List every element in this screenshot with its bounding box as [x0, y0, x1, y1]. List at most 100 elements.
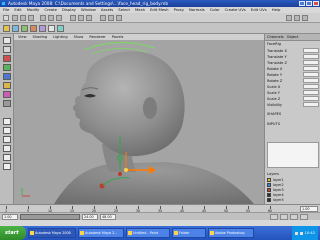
paint-task-icon	[128, 231, 132, 235]
rotate-tool-icon[interactable]	[3, 64, 11, 71]
taskbar-item-label: Autodesk Maya 2...	[85, 231, 118, 235]
tab-channels[interactable]: Channels	[267, 34, 284, 40]
channel-value-field[interactable]	[303, 72, 319, 77]
soft-mod-tool-icon[interactable]	[3, 91, 11, 98]
channel-value-field[interactable]	[303, 48, 319, 53]
maya-app-icon	[1, 1, 6, 6]
snap-grid-icon[interactable]	[70, 15, 76, 21]
shelf-light-icon[interactable]	[48, 25, 55, 32]
system-tray: 10:42	[291, 226, 318, 240]
layer-name: layer5	[273, 198, 284, 202]
taskbar-item[interactable]: Untitled - Paint	[126, 228, 170, 238]
maya-task-icon	[30, 231, 34, 235]
close-button[interactable]	[313, 1, 319, 6]
lasso-tool-icon[interactable]	[3, 46, 11, 53]
taskbar-item[interactable]: Adobe Photoshop	[208, 228, 254, 238]
range-slider[interactable]: 1.00 24.00 48.00	[0, 212, 320, 220]
scale-tool-icon[interactable]	[3, 73, 11, 80]
start-button[interactable]: start	[0, 226, 26, 240]
snap-point-icon[interactable]	[86, 15, 92, 21]
select-component-icon[interactable]	[56, 15, 62, 21]
channel-value-field[interactable]	[303, 96, 319, 101]
inputs-list[interactable]	[267, 142, 319, 168]
channel-value-field[interactable]	[303, 60, 319, 65]
ipr-render-icon[interactable]	[108, 15, 114, 21]
single-pane-layout-icon[interactable]	[3, 118, 11, 125]
inputs-section-header[interactable]: INPUTS	[267, 122, 280, 127]
window-title: Autodesk Maya 2008: C:\Documents and Set…	[8, 1, 169, 6]
spine-joint	[118, 172, 122, 176]
taskbar-item[interactable]: Folder	[172, 228, 206, 238]
shelf-cube-icon[interactable]	[21, 25, 28, 32]
show-attribute-editor-icon[interactable]	[286, 15, 292, 21]
show-channel-box-icon[interactable]	[302, 15, 308, 21]
folder-task-icon	[174, 231, 178, 235]
taskbar-item[interactable]: Autodesk Maya 2008	[28, 228, 76, 238]
channel-box: Channels Object FaceRig Translate X Tran…	[264, 34, 320, 204]
taskbar-item-label: Folder	[179, 231, 190, 235]
channel-value-field[interactable]	[303, 84, 319, 89]
character-head	[73, 51, 185, 157]
status-line	[0, 13, 320, 23]
channel-value-field[interactable]	[303, 54, 319, 59]
window-controls	[299, 1, 319, 6]
toolbox	[0, 34, 14, 204]
layer-row[interactable]: layer5	[267, 197, 319, 203]
channel-value-field[interactable]	[303, 90, 319, 95]
shelf	[0, 23, 320, 34]
photoshop-task-icon	[210, 231, 214, 235]
new-scene-icon[interactable]	[12, 15, 18, 21]
channel-value-field[interactable]	[303, 102, 319, 107]
layer-color-swatch[interactable]	[267, 198, 271, 202]
shelf-camera-icon[interactable]	[57, 25, 64, 32]
select-hierarchy-icon[interactable]	[40, 15, 46, 21]
shelf-cylinder-icon[interactable]	[30, 25, 37, 32]
select-tool-icon[interactable]	[3, 37, 11, 44]
select-object-icon[interactable]	[48, 15, 54, 21]
viewport-scene	[21, 41, 254, 204]
clock: 10:42	[304, 231, 315, 235]
character-torso	[54, 162, 254, 204]
tab-object[interactable]: Object	[287, 34, 299, 40]
maya-task-icon	[80, 231, 84, 235]
title-bar: Autodesk Maya 2008: C:\Documents and Set…	[0, 0, 320, 7]
channel-value-field[interactable]	[303, 66, 319, 71]
shapes-section-header[interactable]: SHAPES	[267, 112, 281, 117]
channel-value-field[interactable]	[303, 78, 319, 83]
render-settings-icon[interactable]	[116, 15, 122, 21]
taskbar-item[interactable]: Autodesk Maya 2...	[78, 228, 124, 238]
graph-layout-icon[interactable]	[3, 154, 11, 161]
mode-dropdown[interactable]	[3, 15, 9, 21]
tray-network-icon[interactable]	[294, 231, 298, 235]
time-slider[interactable]: 1 5 10 15 20 25 30 35 40 45 50 55 60 1.0…	[0, 204, 320, 213]
taskbar-item-label: Adobe Photoshop	[215, 231, 245, 235]
snap-curve-icon[interactable]	[78, 15, 84, 21]
perspective-viewport[interactable]: View Shading Lighting Show Renderer Pane…	[14, 34, 264, 204]
four-pane-layout-icon[interactable]	[3, 127, 11, 134]
manipulator-center	[124, 168, 128, 172]
render-icon[interactable]	[100, 15, 106, 21]
channel-row[interactable]: Visibility	[267, 102, 319, 108]
outliner-layout-icon[interactable]	[3, 145, 11, 152]
shelf-curve-icon[interactable]	[3, 25, 10, 32]
character-ear	[143, 97, 157, 119]
channel-box-object-name: FaceRig	[267, 42, 281, 46]
manipulator-tool-icon[interactable]	[3, 82, 11, 89]
minimize-button[interactable]	[299, 1, 305, 6]
shelf-sphere-icon[interactable]	[12, 25, 19, 32]
taskbar-item-label: Untitled - Paint	[133, 231, 159, 235]
channel-box-tabs: Channels Object	[265, 34, 320, 41]
move-tool-icon[interactable]	[3, 55, 11, 62]
hypershade-layout-icon[interactable]	[3, 163, 11, 170]
taskbar-item-label: Autodesk Maya 2008	[35, 231, 71, 235]
open-scene-icon[interactable]	[20, 15, 26, 21]
tray-volume-icon[interactable]	[299, 231, 303, 235]
maximize-button[interactable]	[306, 1, 312, 6]
last-tool-icon[interactable]	[3, 100, 11, 107]
shelf-plane-icon[interactable]	[39, 25, 46, 32]
save-scene-icon[interactable]	[28, 15, 34, 21]
channel-label: Visibility	[267, 103, 283, 107]
windows-taskbar: start Autodesk Maya 2008 Autodesk Maya 2…	[0, 226, 320, 240]
show-tool-settings-icon[interactable]	[294, 15, 300, 21]
two-pane-layout-icon[interactable]	[3, 136, 11, 143]
